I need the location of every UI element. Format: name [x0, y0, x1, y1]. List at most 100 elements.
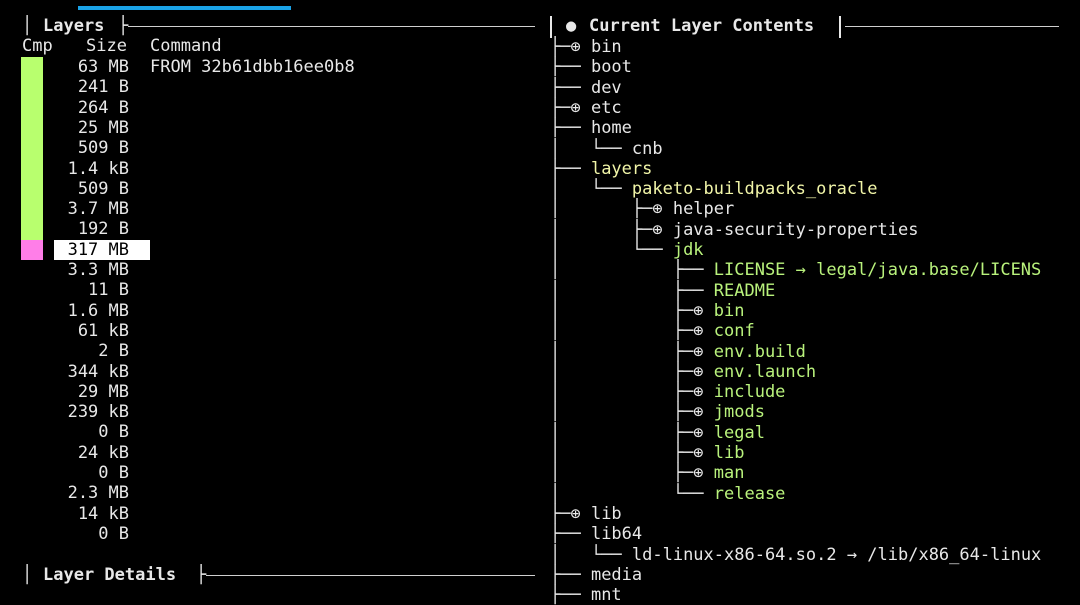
layer-size[interactable]: 63 MB: [44, 57, 129, 77]
bullet-icon: ●: [566, 16, 577, 36]
layer-details-rule: [206, 575, 535, 576]
collapsed-dir-icon: ├─⊕: [550, 504, 591, 524]
tree-node-label: cnb: [631, 139, 663, 159]
tree-node[interactable]: ├── mnt: [550, 585, 622, 605]
tree-node[interactable]: │ ├─⊕ env.launch: [550, 362, 816, 382]
tree-node[interactable]: ├─⊕ lib: [550, 504, 622, 524]
tree-node[interactable]: ├── boot: [550, 57, 632, 77]
tree-node[interactable]: ├─⊕ bin: [550, 37, 622, 57]
tree-node-label: etc: [590, 98, 622, 118]
layer-size[interactable]: 2.3 MB: [44, 483, 129, 503]
contents-panel-title-right-border: [839, 16, 841, 38]
tree-node-label: man: [713, 463, 745, 483]
layers-panel-title: Layers: [43, 16, 105, 36]
tree-node[interactable]: │ ├── README: [550, 281, 775, 301]
collapsed-dir-icon: │ ├─⊕: [550, 362, 714, 382]
layer-size[interactable]: 509 B: [44, 179, 129, 199]
tree-node-label: paketo-buildpacks_oracle: [631, 179, 878, 199]
tree-node-label: layers: [590, 159, 653, 179]
tree-branch: │ ├──: [550, 260, 714, 280]
tree-node[interactable]: │ ├─⊕ include: [550, 382, 785, 402]
column-header-size: Size: [86, 36, 127, 56]
tree-node-label: bin: [713, 301, 745, 321]
tree-branch: │ └──: [550, 139, 632, 159]
layer-details-left-border: │: [22, 565, 33, 585]
contents-panel-title: Current Layer Contents: [589, 16, 815, 36]
layer-size[interactable]: 239 kB: [44, 402, 129, 422]
layer-size[interactable]: 1.6 MB: [44, 301, 129, 321]
layers-panel-title-right-border: ├: [118, 16, 129, 36]
tree-node[interactable]: │ ├─⊕ env.build: [550, 342, 806, 362]
layer-details-title: Layer Details: [43, 565, 177, 585]
tree-node-label: boot: [590, 57, 632, 77]
layer-size[interactable]: 25 MB: [44, 118, 129, 138]
tree-node-label: bin: [590, 37, 622, 57]
collapsed-dir-icon: │ ├─⊕: [550, 220, 673, 240]
tree-node[interactable]: │ └── cnb: [550, 139, 663, 159]
tree-node[interactable]: │ ├─⊕ man: [550, 463, 744, 483]
collapsed-dir-icon: │ ├─⊕: [550, 423, 714, 443]
layer-size[interactable]: 3.3 MB: [44, 260, 129, 280]
tree-node[interactable]: │ ├─⊕ java-security-properties: [550, 220, 918, 240]
tree-node[interactable]: ├── lib64: [550, 524, 642, 544]
layer-size[interactable]: 0 B: [44, 463, 129, 483]
layer-size[interactable]: 11 B: [44, 280, 129, 300]
layer-size[interactable]: 317 MB: [44, 240, 129, 260]
tree-node[interactable]: │ └── jdk: [550, 240, 704, 260]
collapsed-dir-icon: │ ├─⊕: [550, 199, 673, 219]
layer-size[interactable]: 1.4 kB: [44, 159, 129, 179]
layer-size[interactable]: 24 kB: [44, 443, 129, 463]
layer-size[interactable]: 0 B: [44, 524, 129, 544]
collapsed-dir-icon: │ ├─⊕: [550, 402, 714, 422]
active-tab-indicator: [78, 6, 291, 10]
tree-branch: ├──: [550, 118, 591, 138]
tree-node[interactable]: │ └── release: [550, 484, 785, 504]
tree-node[interactable]: │ └── ld-linux-x86-64.so.2 → /lib/x86_64…: [550, 545, 1041, 565]
tree-node-label: media: [590, 565, 643, 585]
tree-node-label: legal: [713, 423, 765, 443]
tree-branch: │ └──: [550, 240, 673, 260]
tree-node-label: README: [713, 281, 776, 301]
layer-size[interactable]: 192 B: [44, 219, 129, 239]
tree-node[interactable]: │ ├─⊕ legal: [550, 423, 765, 443]
tree-node[interactable]: │ ├─⊕ lib: [550, 443, 744, 463]
tree-node-label: env.build: [713, 342, 806, 362]
collapsed-dir-icon: │ ├─⊕: [550, 301, 714, 321]
tree-branch: ├──: [550, 524, 591, 544]
tree-node[interactable]: ├── dev: [550, 78, 622, 98]
layer-size[interactable]: 344 kB: [44, 362, 129, 382]
layer-size[interactable]: 0 B: [44, 422, 129, 442]
collapsed-dir-icon: │ ├─⊕: [550, 342, 714, 362]
tree-node[interactable]: ├── media: [550, 565, 642, 585]
layer-size[interactable]: 61 kB: [44, 321, 129, 341]
tree-node-label: home: [590, 118, 632, 138]
column-header-cmp: Cmp: [22, 36, 53, 56]
tree-node[interactable]: ├── layers: [550, 159, 652, 179]
tree-node-label: dev: [590, 78, 622, 98]
layer-size[interactable]: 509 B: [44, 138, 129, 158]
tree-node[interactable]: │ ├─⊕ jmods: [550, 402, 765, 422]
tree-branch: ├──: [550, 565, 591, 585]
tree-node[interactable]: │ └── paketo-buildpacks_oracle: [550, 179, 878, 199]
layer-size[interactable]: 14 kB: [44, 504, 129, 524]
layer-size[interactable]: 29 MB: [44, 382, 129, 402]
tree-node[interactable]: ├── home: [550, 118, 632, 138]
cmp-indicator-bar: [21, 57, 43, 240]
layer-size[interactable]: 3.7 MB: [44, 199, 129, 219]
layer-size[interactable]: 264 B: [44, 98, 129, 118]
column-header-command: Command: [150, 36, 222, 56]
collapsed-dir-icon: │ ├─⊕: [550, 321, 714, 341]
collapsed-dir-icon: │ ├─⊕: [550, 443, 714, 463]
layer-command[interactable]: FROM 32b61dbb16ee0b8: [150, 57, 355, 77]
layer-size[interactable]: 241 B: [44, 77, 129, 97]
tree-node[interactable]: ├─⊕ etc: [550, 98, 622, 118]
collapsed-dir-icon: ├─⊕: [550, 37, 591, 57]
tree-node[interactable]: │ ├─⊕ bin: [550, 301, 744, 321]
tree-branch: ├──: [550, 585, 591, 605]
tree-node[interactable]: │ ├─⊕ conf: [550, 321, 755, 341]
layer-details-right-border: ├: [196, 565, 207, 585]
tree-node[interactable]: │ ├── LICENSE → legal/java.base/LICENS: [550, 260, 1041, 280]
tree-node[interactable]: │ ├─⊕ helper: [550, 199, 734, 219]
layer-size[interactable]: 2 B: [44, 341, 129, 361]
tree-node-label: jdk: [672, 240, 704, 260]
